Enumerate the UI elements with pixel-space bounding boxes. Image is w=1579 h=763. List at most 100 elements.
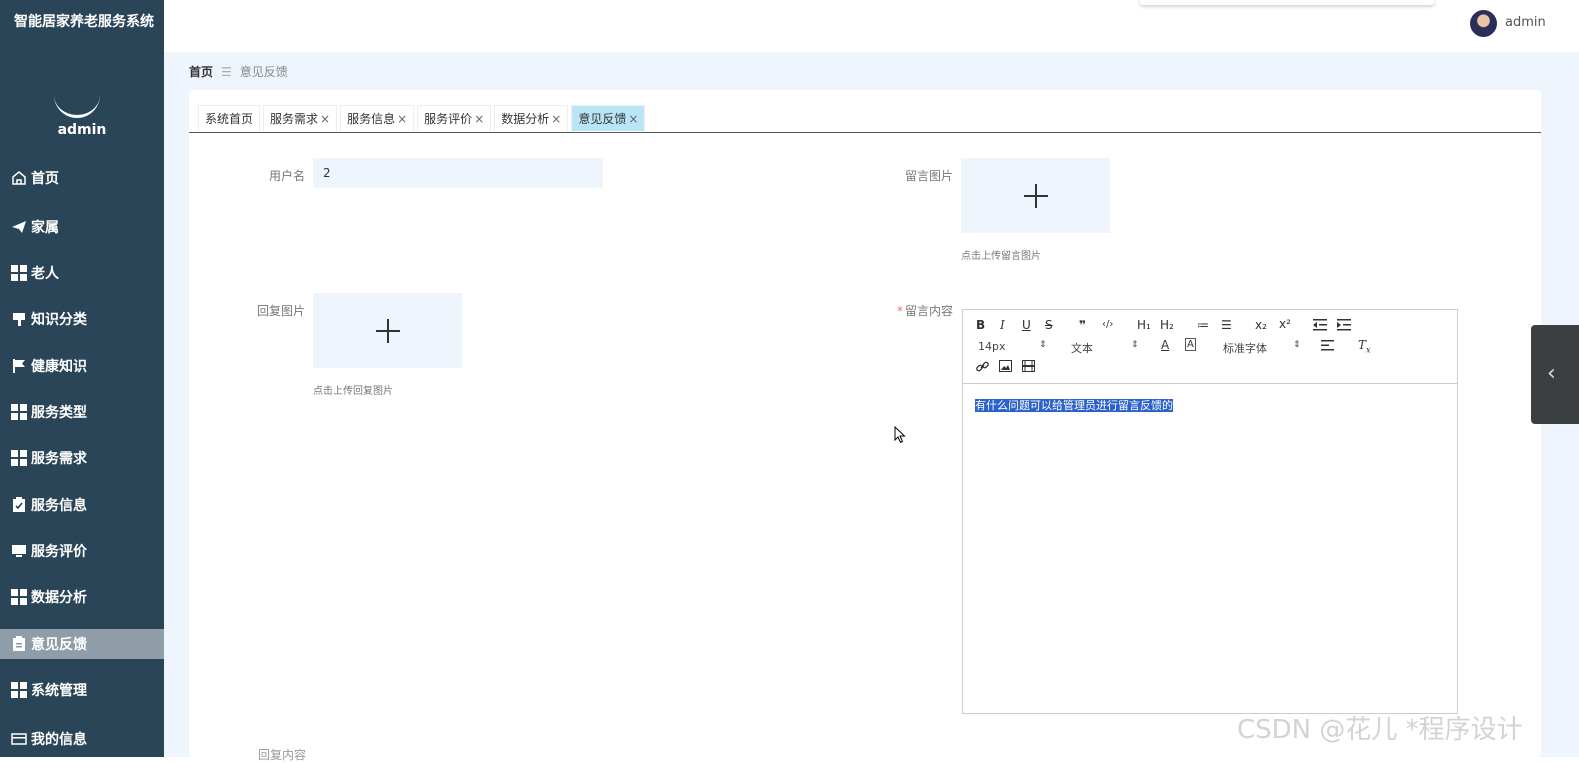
rich-text-editor[interactable]: B I U S ❞ ‹/› H₁ H₂ ≔ ☰ x₂ x² 14px ⇕ 文本 … <box>962 309 1458 714</box>
select-arrows-icon: ⇕ <box>1131 340 1139 350</box>
side-panel-toggle[interactable]: ‹ <box>1531 325 1579 424</box>
outdent-icon[interactable] <box>1313 319 1327 334</box>
ordered-list-button[interactable]: ≔ <box>1197 318 1209 332</box>
message-image-upload[interactable] <box>961 158 1110 233</box>
breadcrumb-home[interactable]: 首页 <box>189 63 213 80</box>
tab-label: 服务需求 <box>270 112 319 126</box>
sidebar-item-family[interactable]: 家属 <box>0 212 164 242</box>
subscript-button[interactable]: x₂ <box>1255 318 1267 332</box>
sidebar-item-label: 系统管理 <box>31 683 87 699</box>
tab-service-info[interactable]: 服务信息 × <box>340 105 415 131</box>
tab-service-demand[interactable]: 服务需求 × <box>263 105 338 131</box>
sidebar-item-label: 健康知识 <box>31 359 87 375</box>
code-button[interactable]: ‹/› <box>1102 319 1113 330</box>
menu-icon: ☰ <box>221 64 232 79</box>
grid-icon <box>11 589 27 605</box>
background-color-icon[interactable]: A <box>1185 338 1196 351</box>
tab-data-analysis[interactable]: 数据分析 × <box>494 105 569 131</box>
sidebar-item-label: 我的信息 <box>31 732 87 748</box>
underline-button[interactable]: U <box>1022 318 1031 332</box>
select-arrows-icon: ⇕ <box>1293 340 1301 350</box>
close-icon[interactable]: × <box>397 112 407 126</box>
bullet-list-button[interactable]: ☰ <box>1221 318 1232 332</box>
plus-icon <box>375 318 400 343</box>
username-label: 用户名 <box>268 169 305 183</box>
sidebar-item-label: 老人 <box>31 266 59 282</box>
sidebar-item-service-demand[interactable]: 服务需求 <box>0 443 164 473</box>
message-image-label: 留言图片 <box>904 169 953 183</box>
sidebar-item-my-info[interactable]: 我的信息 <box>0 724 164 754</box>
message-content-text: 有什么问题可以给管理员进行留言反馈的 <box>975 399 1173 412</box>
tab-feedback[interactable]: 意见反馈 × <box>571 105 646 131</box>
monitor-icon <box>11 543 27 559</box>
tab-system-home[interactable]: 系统首页 <box>198 105 261 131</box>
font-size-select[interactable]: 14px <box>978 340 1006 353</box>
clear-format-icon[interactable]: Tx <box>1358 338 1371 354</box>
tab-label: 系统首页 <box>205 112 254 126</box>
tab-label: 意见反馈 <box>578 112 627 126</box>
font-color-icon[interactable]: A <box>1161 338 1169 352</box>
sidebar-item-service-info[interactable]: 服务信息 <box>0 490 164 520</box>
sidebar-item-data-analysis[interactable]: 数据分析 <box>0 582 164 612</box>
close-icon[interactable]: × <box>551 112 561 126</box>
indent-icon[interactable] <box>1337 319 1351 334</box>
editor-content[interactable]: 有什么问题可以给管理员进行留言反馈的 <box>963 384 1457 423</box>
sidebar-item-elderly[interactable]: 老人 <box>0 258 164 288</box>
tab-service-review[interactable]: 服务评价 × <box>417 105 492 131</box>
blockquote-button[interactable]: ❞ <box>1079 318 1086 332</box>
chevron-left-icon: ‹ <box>1547 361 1556 386</box>
avatar[interactable] <box>1470 10 1497 37</box>
message-content-label: * 留言内容 <box>873 302 953 319</box>
font-family-select[interactable]: 标准字体 <box>1223 340 1267 356</box>
sidebar-item-service-review[interactable]: 服务评价 <box>0 536 164 566</box>
sidebar-item-service-type[interactable]: 服务类型 <box>0 397 164 427</box>
sidebar-username: admin <box>57 122 107 138</box>
grid-icon <box>11 265 27 281</box>
italic-button[interactable]: I <box>1000 318 1005 332</box>
sidebar-avatar <box>54 92 100 118</box>
heading1-button[interactable]: H₁ <box>1137 318 1151 332</box>
required-mark: * <box>896 304 903 318</box>
sidebar-item-feedback[interactable]: 意见反馈 <box>0 629 164 659</box>
strike-button[interactable]: S <box>1045 318 1053 332</box>
breadcrumb: 首页 ☰ 意见反馈 <box>189 63 288 80</box>
link-icon[interactable] <box>976 360 989 376</box>
sidebar-item-home[interactable]: 首页 <box>0 163 164 193</box>
brush-icon <box>11 311 27 327</box>
label-text: 留言内容 <box>904 304 953 318</box>
reply-image-upload[interactable] <box>313 293 462 368</box>
paper-plane-icon <box>11 219 27 235</box>
tab-label: 数据分析 <box>501 112 550 126</box>
editor-toolbar: B I U S ❞ ‹/› H₁ H₂ ≔ ☰ x₂ x² 14px ⇕ 文本 … <box>963 310 1457 384</box>
id-card-icon <box>11 731 27 747</box>
breadcrumb-current: 意见反馈 <box>239 65 288 79</box>
reply-content-label: 回复内容 <box>258 748 307 762</box>
close-icon[interactable]: × <box>628 112 638 126</box>
paragraph-select[interactable]: 文本 <box>1071 340 1093 356</box>
grid-icon <box>11 450 27 466</box>
align-left-icon[interactable] <box>1321 340 1334 354</box>
username-field[interactable]: 2 <box>313 158 603 188</box>
close-icon[interactable]: × <box>474 112 484 126</box>
sidebar-item-health-knowledge[interactable]: 健康知识 <box>0 351 164 381</box>
close-icon[interactable]: × <box>320 112 330 126</box>
reply-image-label: 回复图片 <box>256 304 305 318</box>
heading2-button[interactable]: H₂ <box>1160 318 1174 332</box>
header-username[interactable]: admin <box>1505 15 1546 30</box>
clipboard-check-icon <box>11 497 27 513</box>
reply-image-hint: 点击上传回复图片 <box>313 386 393 397</box>
video-icon[interactable] <box>1022 360 1035 375</box>
image-icon[interactable] <box>999 360 1012 375</box>
grid-icon <box>11 404 27 420</box>
sidebar-item-system-management[interactable]: 系统管理 <box>0 675 164 705</box>
bold-button[interactable]: B <box>976 318 985 332</box>
clipboard-icon <box>11 636 27 652</box>
superscript-button[interactable]: x² <box>1279 317 1291 331</box>
sidebar-item-label: 数据分析 <box>31 590 87 606</box>
sidebar-item-label: 服务信息 <box>31 498 87 514</box>
app-title: 智能居家养老服务系统 <box>14 14 154 30</box>
sidebar-item-knowledge-category[interactable]: 知识分类 <box>0 304 164 334</box>
select-arrows-icon: ⇕ <box>1039 340 1047 350</box>
sidebar-item-label: 首页 <box>31 171 59 187</box>
message-image-hint: 点击上传留言图片 <box>961 251 1041 262</box>
